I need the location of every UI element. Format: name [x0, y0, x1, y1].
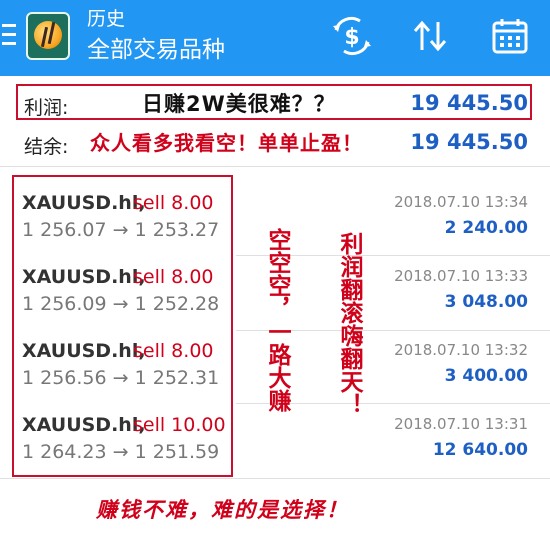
trade-time: 2018.07.10 13:34 — [394, 193, 528, 211]
svg-text:$: $ — [344, 25, 359, 50]
app-bar: 历史 全部交易品种 $ — [0, 0, 550, 76]
page-title: 历史 — [87, 8, 126, 30]
currency-exchange-icon[interactable]: $ — [330, 14, 374, 58]
divider — [0, 478, 550, 479]
annotation-left: 空空空，一路大赚 — [264, 228, 290, 412]
trade-profit: 2 240.00 — [444, 218, 528, 238]
menu-icon[interactable] — [2, 24, 16, 50]
bottom-annotation: 赚钱不难，难的是选择！ — [96, 498, 349, 522]
trade-profit: 3 400.00 — [444, 366, 528, 386]
balance-row: 结余: 众人看多我看空！单单止盈！ 19 445.50 — [0, 124, 550, 160]
profit-highlight-box — [16, 84, 532, 120]
app-logo — [26, 12, 70, 60]
trade-time: 2018.07.10 13:31 — [394, 415, 528, 433]
calendar-icon[interactable] — [488, 14, 532, 58]
trade-time: 2018.07.10 13:33 — [394, 267, 528, 285]
annotation-right: 利润翻滚嗨翻天！ — [336, 232, 362, 416]
balance-value: 19 445.50 — [410, 130, 528, 154]
trade-time: 2018.07.10 13:32 — [394, 341, 528, 359]
divider — [0, 166, 550, 167]
sort-icon[interactable] — [408, 14, 452, 58]
balance-label: 结余: — [24, 136, 69, 158]
trade-profit: 3 048.00 — [444, 292, 528, 312]
trades-highlight-box — [12, 175, 233, 477]
trade-profit: 12 640.00 — [432, 440, 528, 460]
balance-annotation: 众人看多我看空！单单止盈！ — [90, 131, 363, 155]
symbol-filter[interactable]: 全部交易品种 — [87, 36, 225, 64]
